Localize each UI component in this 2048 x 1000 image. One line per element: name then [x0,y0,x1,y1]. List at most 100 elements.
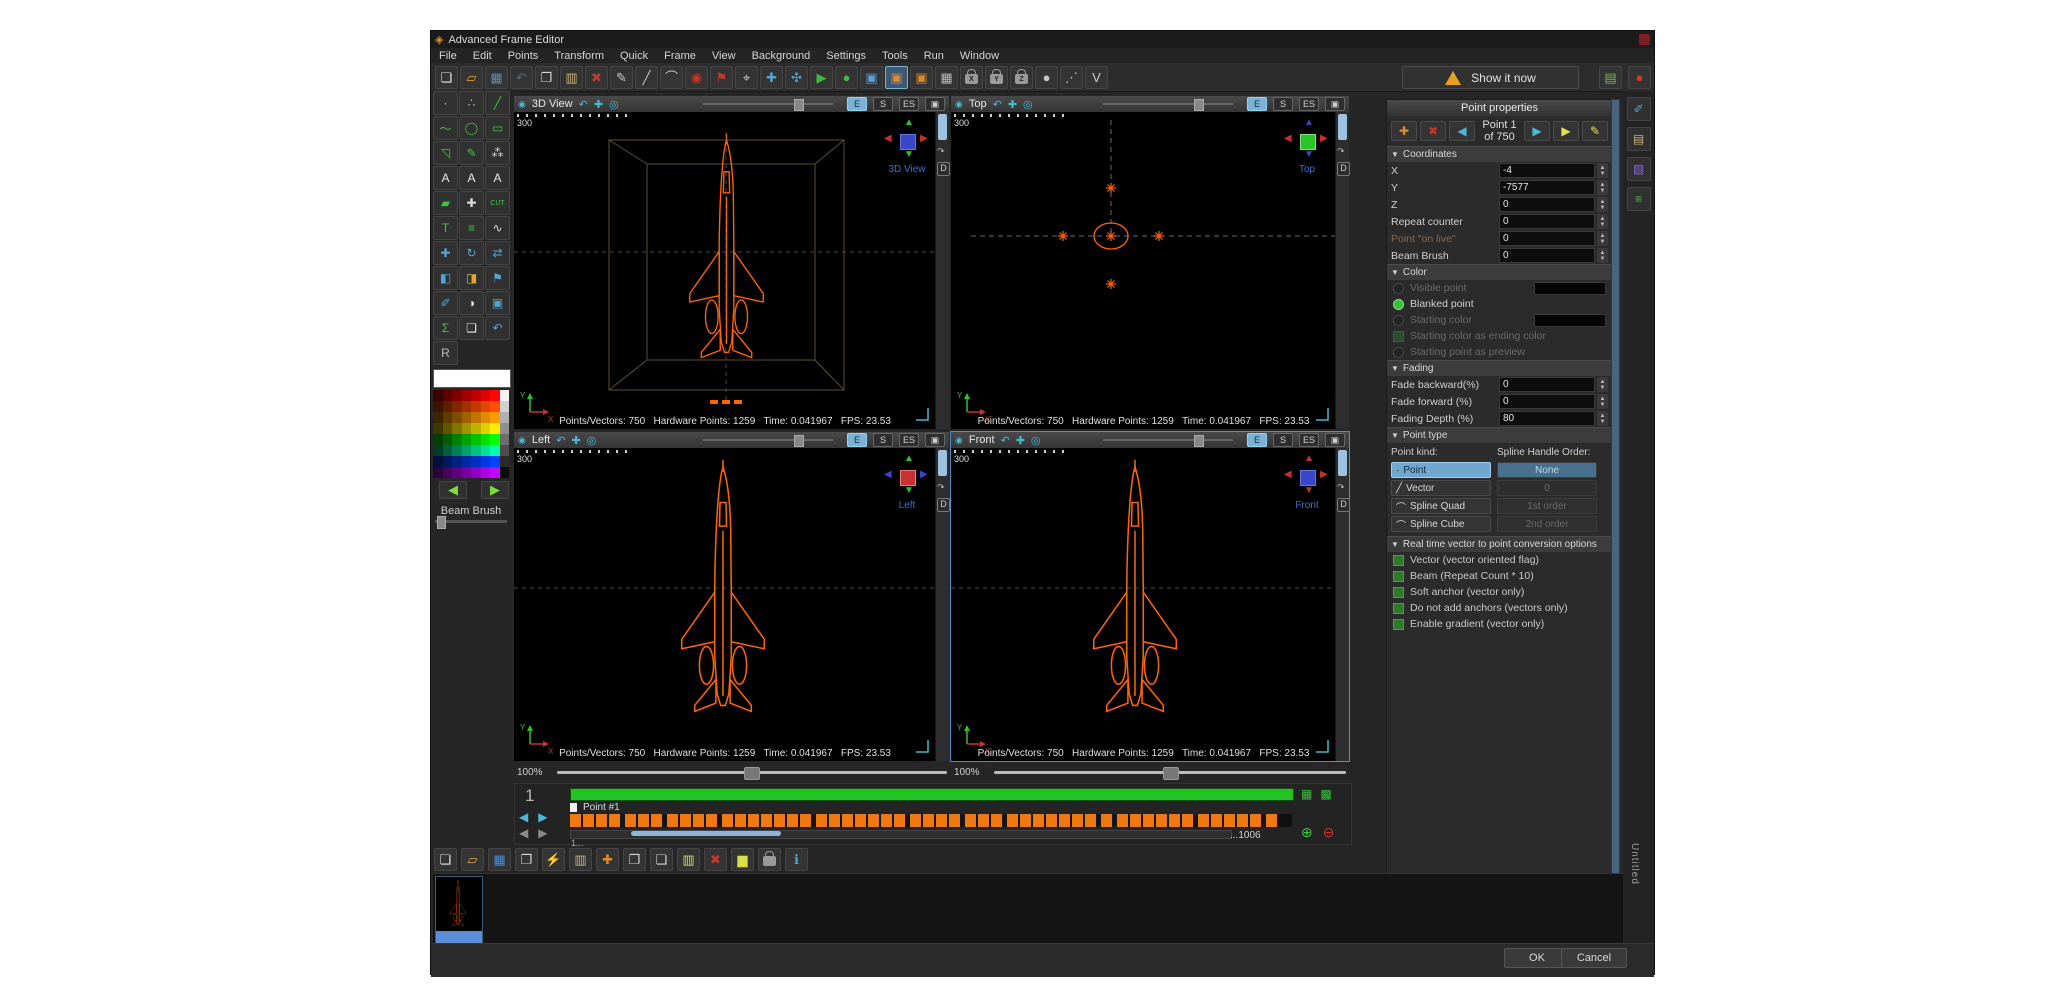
menu-frame[interactable]: Frame [656,50,704,62]
palette-window-icon[interactable]: ▤ [1599,66,1622,89]
frame-color-icon[interactable]: ▆ [731,848,754,871]
color-option[interactable]: Starting point as preview [1387,344,1612,360]
rotate-view-icon[interactable]: ↷ [1337,482,1345,493]
new-frame-icon[interactable]: ❏ [435,66,458,89]
viewport-side-strip[interactable]: ↷ D [1335,448,1349,761]
viewport-front-header[interactable]: ◉ Front ↶ ✚ ◎ E S ES ▣ [951,432,1349,448]
track-tool-icon-2[interactable]: ▩ [1320,787,1331,801]
laser-stop-icon[interactable]: ● [1628,66,1651,89]
orientation-gizmo[interactable]: ▲ ▼ ◀ ▶ 3D View [884,118,930,176]
monitor-icon[interactable]: ▣ [860,66,883,89]
text-curve-tool-3[interactable]: A [485,166,510,190]
viewport-3d-header[interactable]: ◉ 3D View ↶ ✚ ◎ E S ES ▣ [514,96,949,112]
palette-cell[interactable] [490,445,500,456]
move-tool[interactable]: ✚ [433,241,458,265]
header-slider[interactable] [703,103,833,105]
menu-points[interactable]: Points [500,50,547,62]
eye-icon[interactable]: ◉ [518,435,526,446]
field-value[interactable]: -4 [1499,163,1595,178]
notes-panel-icon[interactable]: ▤ [1627,127,1651,151]
draw-spline-icon[interactable]: ⌒ [660,66,683,89]
frame-mode-button[interactable]: ▣ [925,433,945,447]
palette-cell[interactable] [443,412,453,423]
rotate-view-icon[interactable]: ↷ [937,482,945,493]
menu-transform[interactable]: Transform [546,50,612,62]
rotate-view-icon[interactable]: ↷ [1337,146,1345,157]
stamp-tool[interactable]: ⚑ [485,266,510,290]
mode-es-button[interactable]: ES [899,97,919,111]
v-dropdown-icon[interactable]: V [1085,66,1108,89]
palette-cell[interactable] [490,467,500,478]
multi-move-icon[interactable]: ✣ [785,66,808,89]
spinner[interactable]: ▲▼ [1597,231,1608,246]
lock-x-icon[interactable]: X [960,66,983,89]
undo-tool[interactable]: ↶ [485,316,510,340]
track-handle[interactable] [570,803,577,812]
palette-cell[interactable] [433,401,443,412]
spinner[interactable]: ▲▼ [1597,180,1608,195]
ellipse-tool[interactable]: ◯ [459,116,484,140]
color-option[interactable]: Starting color as ending color [1387,328,1612,344]
palette-cell[interactable] [462,434,472,445]
palette-cell[interactable] [462,467,472,478]
header-slider[interactable] [1103,439,1233,441]
v-scroll-thumb[interactable] [938,114,947,140]
palette-cell[interactable] [471,445,481,456]
palette-cell[interactable] [443,445,453,456]
viewport-side-strip[interactable]: ↷ D [935,112,949,429]
palette-cell[interactable] [481,456,491,467]
zoom-icon[interactable]: ◎ [609,98,619,111]
conversion-option[interactable]: Vector (vector oriented flag) [1387,552,1612,568]
palette-gray-cell[interactable] [500,434,510,445]
flag-icon[interactable]: ⚑ [710,66,733,89]
text-tool[interactable]: T [433,216,458,240]
mode-s-button[interactable]: S [873,433,893,447]
menu-tools[interactable]: Tools [874,50,916,62]
palette-cell[interactable] [452,467,462,478]
palette-cell[interactable] [462,412,472,423]
text-curve-tool-1[interactable]: A [433,166,458,190]
palette-cell[interactable] [452,401,462,412]
d-button[interactable]: D [1337,162,1350,176]
paste-page-icon[interactable]: ▥ [569,848,592,871]
palette-cell[interactable] [481,434,491,445]
spinner[interactable]: ▲▼ [1597,394,1608,409]
palette-cell[interactable] [433,456,443,467]
timeline-scrollbar[interactable] [570,830,1232,839]
point-kind-spline-quad[interactable]: ⌒Spline Quad [1391,498,1491,514]
record-icon[interactable]: ◉ [685,66,708,89]
orbit-icon[interactable]: ↶ [1001,434,1010,447]
frame-nav-arrows[interactable]: ◀▶ [519,810,557,824]
eye-icon[interactable]: ◉ [518,99,526,110]
zoom-icon[interactable]: ◎ [1023,98,1033,111]
palette-cell[interactable] [462,401,472,412]
play-icon[interactable]: ▶ [810,66,833,89]
menu-edit[interactable]: Edit [465,50,500,62]
rectangle-tool[interactable]: ▭ [485,116,510,140]
filled-rect-tool[interactable]: ▰ [433,191,458,215]
document-tab[interactable]: Untitled [1629,843,1640,885]
draw-point-icon[interactable]: ✎ [610,66,633,89]
color-swatch[interactable] [1534,282,1606,295]
check-indicator[interactable] [1393,331,1404,342]
spinner[interactable]: ▲▼ [1597,411,1608,426]
scatter-icon[interactable]: ⋰ [1060,66,1083,89]
menu-settings[interactable]: Settings [818,50,874,62]
zoom-icon[interactable]: ◎ [1031,434,1041,447]
spline-handle-none[interactable]: None [1497,462,1597,478]
menu-background[interactable]: Background [744,50,819,62]
duplicate-frame-icon[interactable]: ❏ [650,848,673,871]
recolor-tool[interactable]: ◧ [433,266,458,290]
radio-indicator[interactable] [1393,347,1404,358]
mode-s-button[interactable]: S [1273,433,1293,447]
timeline-zoom-out-icon[interactable]: ⊖ [1323,824,1335,841]
undo-icon[interactable]: ↶ [510,66,533,89]
frame-mode-button[interactable]: ▣ [925,97,945,111]
paste-frame-icon[interactable]: ▥ [677,848,700,871]
mode-es-button[interactable]: ES [1299,97,1319,111]
header-slider[interactable] [703,439,833,441]
section-fading[interactable]: ▼Fading [1387,360,1612,376]
page-tool[interactable]: ❏ [459,316,484,340]
section-conversion[interactable]: ▼Real time vector to point conversion op… [1387,536,1612,552]
palette-cell[interactable] [490,456,500,467]
